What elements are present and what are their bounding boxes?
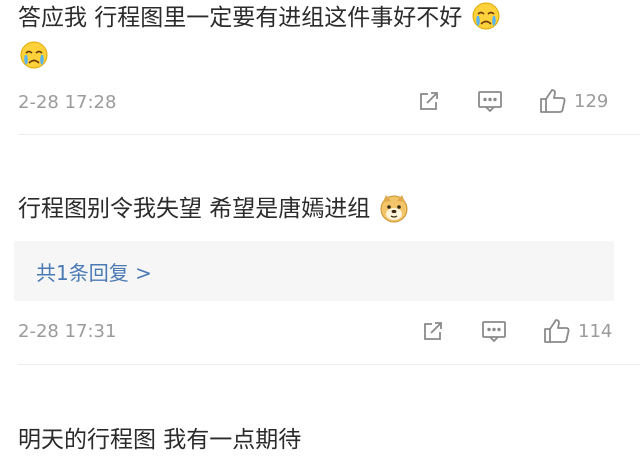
comment-1-date: 2-28 17:28 xyxy=(18,92,117,113)
divider xyxy=(18,134,640,135)
share-icon xyxy=(416,88,442,114)
crying-face-icon xyxy=(470,1,502,33)
comment-1-text: 答应我 行程图里一定要有进组这件事好不好 xyxy=(18,2,502,35)
like-icon xyxy=(542,317,572,345)
comment-1-like-button[interactable]: 129 xyxy=(538,87,608,115)
comment-2-date: 2-28 17:31 xyxy=(18,321,117,342)
comment-2-comment-button[interactable] xyxy=(480,318,508,344)
comment-2-text: 行程图别令我失望 希望是唐嫣进组 xyxy=(18,193,410,226)
comment-2-like-button[interactable]: 114 xyxy=(542,317,612,345)
like-icon xyxy=(538,87,568,115)
comment-icon xyxy=(480,318,508,344)
comment-1-comment-button[interactable] xyxy=(476,88,504,114)
comment-1-emoji-line xyxy=(18,40,50,74)
share-icon xyxy=(420,318,446,344)
comment-2-like-count: 114 xyxy=(578,320,613,342)
reply-count-link[interactable]: 共1条回复 > xyxy=(36,257,152,286)
comment-1-body: 答应我 行程图里一定要有进组这件事好不好 xyxy=(18,5,463,31)
comment-icon xyxy=(476,88,504,114)
crying-face-icon xyxy=(18,40,50,72)
reply-expand-button[interactable]: 共1条回复 > xyxy=(14,241,614,301)
comment-2-share-button[interactable] xyxy=(420,318,446,344)
comment-1-like-count: 129 xyxy=(574,90,609,112)
comment-1-share-button[interactable] xyxy=(416,88,442,114)
divider xyxy=(18,364,640,365)
comment-2-body: 行程图别令我失望 希望是唐嫣进组 xyxy=(18,196,371,222)
doge-icon xyxy=(378,192,410,224)
comment-3-text: 明天的行程图 我有一点期待 xyxy=(18,424,301,456)
comment-3-body: 明天的行程图 我有一点期待 xyxy=(18,427,302,453)
